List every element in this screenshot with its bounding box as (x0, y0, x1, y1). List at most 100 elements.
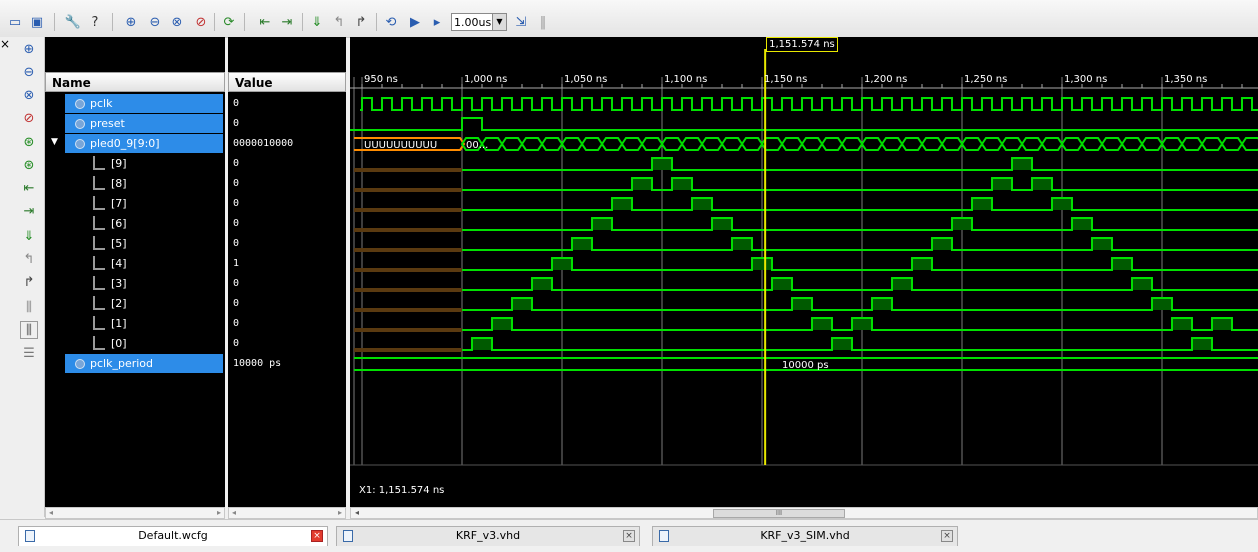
toolbar-divider (244, 13, 245, 31)
waveform-panel[interactable]: UUUUUUUUUU 00... 10000 ps 950 ns 1,000 ns 1,… (350, 37, 1258, 507)
zoom-in-icon[interactable]: ⊕ (122, 13, 140, 31)
prev-edge-icon[interactable]: ⇤ (20, 179, 38, 197)
bit-pulse (532, 278, 552, 290)
add-marker-icon[interactable]: ⇓ (308, 13, 326, 31)
signal-icon (75, 139, 85, 149)
run-icon[interactable]: ▶ (406, 13, 424, 31)
undo-icon[interactable]: ↰ (330, 13, 348, 31)
signal-value: 0 (233, 298, 240, 309)
refresh-icon[interactable]: ⟳ (220, 13, 238, 31)
waveform-scroll-thumb[interactable]: III (713, 509, 845, 518)
step-icon[interactable]: ‖ (534, 13, 552, 31)
bit-pulse (912, 258, 932, 270)
cursor-time-label[interactable]: 1,151.574 ns (766, 37, 838, 52)
chevron-down-icon[interactable]: ▼ (492, 14, 506, 30)
zoom-out-icon[interactable]: ⊖ (20, 63, 38, 81)
file-icon (343, 530, 353, 542)
bit-pulse (1212, 318, 1232, 330)
zoom-in-icon[interactable]: ⊕ (20, 40, 38, 58)
bit-pulse (612, 198, 632, 210)
waveform-scrollbar[interactable]: ◂ III (350, 507, 1258, 519)
bit-7-waveform (462, 197, 1258, 211)
bit-pulse (552, 258, 572, 270)
value-panel-scrollbar[interactable]: ◂ ▸ (228, 507, 346, 519)
layout-icon[interactable]: ▭ (6, 13, 24, 31)
bit-signal-icon (93, 336, 105, 350)
snap-icon[interactable]: ⫼ (20, 321, 38, 339)
window-icon[interactable]: ▣ (28, 13, 46, 31)
close-icon[interactable]: × (623, 530, 635, 542)
close-icon[interactable]: × (311, 530, 323, 542)
add-marker-icon[interactable]: ⇓ (20, 227, 38, 245)
signal-value: 0 (233, 98, 240, 109)
signal-row[interactable]: pclk_period (65, 354, 223, 373)
signal-row[interactable]: [1] (65, 314, 223, 333)
bit-pulse (1172, 318, 1192, 330)
signal-name: [3] (111, 277, 127, 290)
timeline-tick-label: 1,050 ns (564, 74, 608, 85)
expand-triangle-icon[interactable]: ▼ (51, 137, 58, 147)
value-column-header[interactable]: Value (228, 72, 346, 92)
next-marker-icon[interactable]: ↱ (20, 273, 38, 291)
run-for-icon[interactable]: ▸ (428, 13, 446, 31)
zoom-cursor-icon[interactable]: ⊘ (20, 109, 38, 127)
zoom-fit-icon[interactable]: ⊗ (168, 13, 186, 31)
editor-tab[interactable]: KRF_v3.vhd × (336, 526, 640, 546)
signal-name: [7] (111, 197, 127, 210)
signal-row[interactable]: [7] (65, 194, 223, 213)
timeline-tick-label: 1,300 ns (1064, 74, 1108, 85)
go-next-icon[interactable]: ⇥ (278, 13, 296, 31)
editor-tab[interactable]: KRF_v3_SIM.vhd × (652, 526, 958, 546)
editor-tab[interactable]: Default.wcfg × (18, 526, 328, 546)
waveform-canvas[interactable]: UUUUUUUUUU 00... 10000 ps (350, 37, 1258, 507)
run-time-select[interactable]: 1.00us ▼ (451, 13, 507, 31)
bit-pulse (892, 278, 912, 290)
cursor-readout: X1: 1,151.574 ns (359, 485, 445, 496)
signal-value: 0000010000 (233, 138, 294, 149)
prev-marker-icon[interactable]: ↰ (20, 250, 38, 268)
zoom-fit-icon[interactable]: ⊗ (20, 86, 38, 104)
signal-row[interactable]: ▼ pled0_9[9:0] (51, 134, 223, 153)
close-icon[interactable]: × (941, 530, 953, 542)
tab-label: KRF_v3.vhd (455, 529, 521, 542)
run-time-value: 1.00us (454, 16, 492, 29)
restart-icon[interactable]: ⟲ (382, 13, 400, 31)
bit-pulse (492, 318, 512, 330)
signal-row[interactable]: [0] (65, 334, 223, 353)
bit-undefined-band (354, 268, 462, 272)
signal-row[interactable]: [2] (65, 294, 223, 313)
bit-pulse (752, 258, 772, 270)
redo-icon[interactable]: ↱ (352, 13, 370, 31)
help-icon[interactable]: ? (86, 13, 104, 31)
signal-row[interactable]: [4] (65, 254, 223, 273)
signal-row[interactable]: [5] (65, 234, 223, 253)
bit-pulse (652, 158, 672, 170)
signal-value: 0 (233, 158, 240, 169)
signal-row[interactable]: [8] (65, 174, 223, 193)
signal-value: 0 (233, 218, 240, 229)
go-end-icon[interactable]: ⊛ (20, 156, 38, 174)
signal-row[interactable]: [6] (65, 214, 223, 233)
zoom-cursor-icon[interactable]: ⊘ (192, 13, 210, 31)
name-column-header[interactable]: Name (45, 72, 225, 92)
bit-pulse (472, 338, 492, 350)
signal-row[interactable]: preset (65, 114, 223, 133)
wrench-icon[interactable]: 🔧 (64, 13, 82, 31)
signal-icon (75, 359, 85, 369)
signal-row[interactable]: [9] (65, 154, 223, 173)
signal-row[interactable]: [3] (65, 274, 223, 293)
swap-cursor-icon[interactable]: ⫼ (20, 298, 38, 316)
name-panel-scrollbar[interactable]: ◂ ▸ (45, 507, 225, 519)
zoom-out-icon[interactable]: ⊖ (146, 13, 164, 31)
next-edge-icon[interactable]: ⇥ (20, 202, 38, 220)
signal-row[interactable]: pclk (65, 94, 223, 113)
bus-icon[interactable]: ☰ (20, 344, 38, 362)
bit-pulse (572, 238, 592, 250)
close-icon[interactable]: × (0, 38, 12, 51)
go-previous-icon[interactable]: ⇤ (256, 13, 274, 31)
go-start-icon[interactable]: ⊛ (20, 133, 38, 151)
bit-pulse (632, 178, 652, 190)
signal-value: 10000 ps (233, 358, 282, 369)
break-icon[interactable]: ⇲ (512, 13, 530, 31)
file-icon (25, 530, 35, 542)
